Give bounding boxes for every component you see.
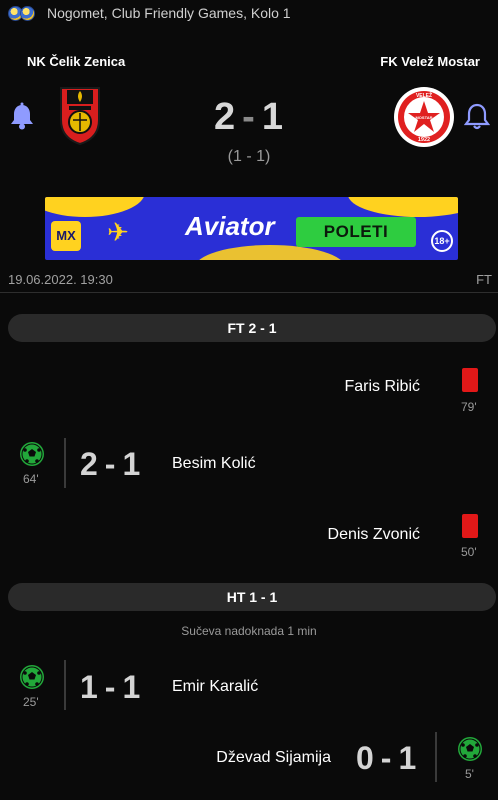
event-player-name[interactable]: Denis Zvonić: [328, 526, 420, 544]
stoppage-time-note: Sučeva nadoknada 1 min: [181, 624, 317, 638]
competition-title: Nogomet, Club Friendly Games, Kolo 1: [47, 5, 291, 21]
event-minute: 5': [465, 767, 474, 781]
match-status: FT: [476, 272, 492, 287]
home-score: 2: [214, 96, 237, 138]
away-team-crest[interactable]: VELEŽ MOSTAR 1922: [393, 86, 455, 148]
goal-running-score: 2-1: [80, 446, 141, 482]
goal-away-score: 1: [398, 740, 417, 776]
away-crest-top-text: VELEŽ: [416, 91, 432, 99]
home-team-name[interactable]: NK Čelik Zenica: [27, 54, 125, 69]
fulltime-section-header: FT 2 - 1: [8, 314, 496, 342]
goal-home-score: 1: [80, 669, 98, 705]
age-restriction-badge: 18+: [431, 230, 453, 252]
ad-product-name: Aviator: [185, 211, 275, 241]
event-divider-line: [64, 438, 66, 488]
banner-decor: [195, 245, 345, 260]
event-minute: 64': [23, 472, 39, 486]
halftime-score: (1 - 1): [227, 148, 271, 165]
goal-ball-icon: [20, 442, 44, 466]
goal-away-score: 1: [122, 446, 141, 482]
score-separator: -: [242, 96, 256, 138]
goal-home-score: 2: [80, 446, 98, 482]
event-player-name[interactable]: Besim Kolić: [172, 455, 256, 473]
goal-home-score: 0: [356, 740, 374, 776]
ad-cta-button[interactable]: POLETI: [296, 217, 416, 247]
red-card-icon: [462, 514, 478, 538]
event-divider-line: [435, 732, 437, 782]
event-divider-line: [64, 660, 66, 710]
goal-running-score: 1-1: [80, 669, 141, 705]
divider: [0, 292, 498, 293]
away-crest-bottom-text: MOSTAR: [415, 115, 432, 120]
away-team-name[interactable]: FK Velež Mostar: [380, 54, 480, 69]
away-crest-year: 1922: [418, 137, 430, 143]
event-minute: 50': [461, 545, 477, 559]
goal-ball-icon: [20, 665, 44, 689]
event-player-name[interactable]: Emir Karalić: [172, 678, 258, 696]
halftime-section-header: HT 1 - 1: [8, 583, 496, 611]
away-score: 1: [261, 96, 284, 138]
goal-away-score: 1: [122, 669, 141, 705]
banner-decor: [45, 197, 145, 217]
event-player-name[interactable]: Dževad Sijamija: [216, 749, 331, 767]
event-minute: 79': [461, 400, 477, 414]
competition-header[interactable]: Nogomet, Club Friendly Games, Kolo 1: [0, 0, 498, 26]
goal-running-score: 0-1: [356, 740, 417, 776]
red-card-icon: [462, 368, 478, 392]
brand-logo: MX: [51, 221, 81, 251]
banner-decor: [348, 197, 458, 217]
plane-icon: ✈: [107, 217, 129, 247]
match-meta: 19.06.2022. 19:30 FT: [0, 272, 498, 290]
match-date: 19.06.2022. 19:30: [8, 272, 113, 287]
ad-banner[interactable]: MX ✈ Aviator POLETI 18+: [45, 197, 458, 260]
goal-ball-icon: [458, 737, 482, 761]
football-balls-icon: [8, 4, 38, 22]
event-player-name[interactable]: Faris Ribić: [344, 378, 420, 396]
event-minute: 25': [23, 695, 39, 709]
